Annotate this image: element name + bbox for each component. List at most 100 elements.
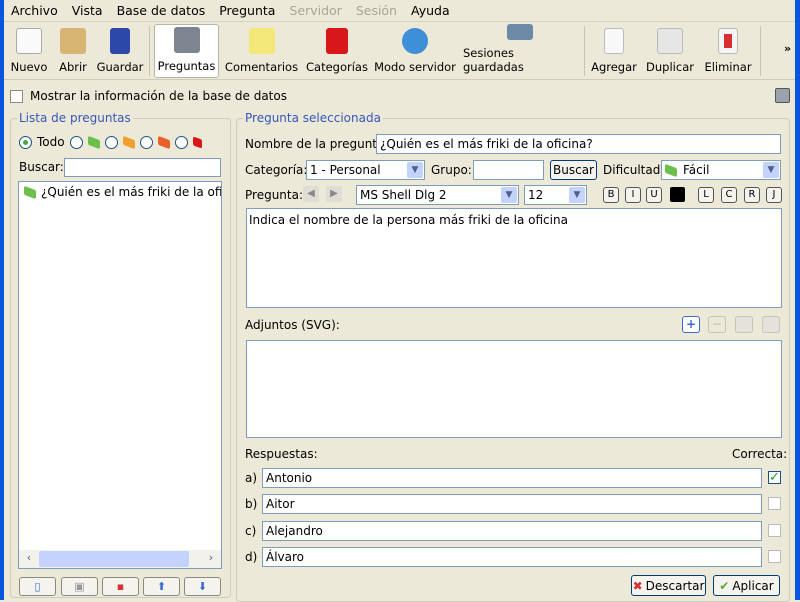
question-name-input[interactable]: ¿Quién es el más friki de la oficina? (376, 134, 781, 154)
menu-base-de-datos[interactable]: Base de datos (110, 3, 213, 18)
answer-input-b[interactable]: Aitor (262, 494, 762, 514)
label: Aplicar (732, 578, 774, 593)
group-input[interactable] (473, 160, 544, 180)
move-up-button[interactable]: ⬆ (143, 577, 180, 596)
new-document-icon (16, 28, 42, 54)
sticky-notes-icon (248, 28, 275, 54)
menu-archivo[interactable]: Archivo (4, 3, 65, 18)
label: Sesiones guardadas (463, 46, 524, 74)
correct-label: Correcta: (732, 447, 788, 461)
previous-question-button[interactable]: ◀ (303, 186, 319, 202)
remove-attachment-button: − (708, 316, 726, 333)
menu-ayuda[interactable]: Ayuda (404, 3, 457, 18)
align-left-button[interactable]: L (698, 187, 714, 203)
align-right-button[interactable]: R (744, 187, 760, 203)
filter-medium-radio[interactable] (104, 135, 118, 149)
scrollbar-thumb[interactable] (39, 551, 189, 567)
toolbar: Nuevo Abrir Guardar Preguntas Comentario… (4, 22, 795, 80)
checkbox[interactable] (10, 89, 23, 103)
correct-checkbox-a[interactable]: ✓ (768, 471, 781, 484)
scroll-left-button[interactable]: ‹ (21, 551, 37, 567)
justify-button[interactable]: J (766, 187, 782, 203)
globe-server-icon (402, 28, 428, 54)
menu-pregunta[interactable]: Pregunta (212, 3, 282, 18)
bold-button[interactable]: B (603, 187, 619, 203)
answer-input-d[interactable]: Álvaro (262, 547, 762, 567)
filter-extreme-radio[interactable] (174, 135, 188, 149)
item-label: ¿Quién es el más friki de la oficina (41, 185, 221, 199)
correct-checkbox-d[interactable] (768, 550, 781, 563)
divider (760, 26, 761, 76)
list-duplicate-button[interactable]: ▣ (61, 577, 98, 596)
category-label: Categoría: (245, 163, 308, 177)
tab-preguntas[interactable]: Preguntas (154, 24, 219, 78)
save-button[interactable]: Guardar (96, 24, 144, 78)
next-question-button[interactable]: ▶ (326, 186, 342, 202)
duplicate-button[interactable]: Duplicar (645, 24, 695, 78)
underline-button[interactable]: U (646, 187, 662, 203)
check-icon: ✔ (719, 578, 730, 593)
window-frame-left (0, 0, 4, 600)
italic-button[interactable]: I (625, 187, 641, 203)
tab-categorias[interactable]: Categorías (306, 24, 368, 78)
blank-page-icon (604, 28, 624, 54)
text-color-button[interactable] (670, 187, 685, 202)
scroll-right-button[interactable]: › (203, 551, 219, 567)
list-item[interactable]: ¿Quién es el más friki de la oficina (19, 182, 221, 202)
horizontal-scrollbar[interactable]: ‹ › (19, 550, 221, 568)
delete-button[interactable]: Eliminar (701, 24, 755, 78)
menu-vista[interactable]: Vista (65, 3, 110, 18)
show-db-info-checkbox[interactable]: Mostrar la información de la base de dat… (10, 89, 287, 103)
checkmark-icon: ✓ (769, 470, 780, 485)
attachments-list[interactable] (246, 340, 782, 438)
undock-icon[interactable] (775, 88, 790, 103)
add-attachment-button[interactable]: + (682, 316, 700, 333)
filter-all-radio[interactable] (19, 135, 32, 149)
move-down-button[interactable]: ⬇ (184, 577, 221, 596)
correct-checkbox-b[interactable] (768, 497, 781, 510)
list-new-button[interactable]: ▯ (19, 577, 56, 596)
font-select[interactable]: MS Shell Dlg 2 ▼ (356, 185, 519, 205)
toolbar-overflow-button[interactable]: » (784, 42, 791, 55)
label: Preguntas (157, 59, 216, 73)
open-button[interactable]: Abrir (54, 24, 92, 78)
group-label: Grupo: (431, 163, 472, 177)
new-button[interactable]: Nuevo (9, 24, 49, 78)
font-size-select[interactable]: 12 ▼ (524, 185, 587, 205)
answer-input-a[interactable]: Antonio (262, 468, 762, 488)
tab-sesiones-guardadas[interactable]: Sesiones guardadas (463, 24, 577, 78)
chevron-down-icon: ▼ (407, 162, 423, 178)
menu-servidor: Servidor (289, 3, 342, 18)
delete-icon: ▪ (116, 580, 125, 593)
divider (584, 26, 585, 76)
value: 1 - Personal (310, 163, 381, 177)
category-select[interactable]: 1 - Personal ▼ (306, 160, 425, 180)
discard-button[interactable]: ✖ Descartar (631, 575, 706, 596)
duplicate-pages-icon (657, 28, 683, 54)
tab-comentarios[interactable]: Comentarios (224, 24, 299, 78)
value: MS Shell Dlg 2 (360, 188, 447, 202)
label: Eliminar (704, 60, 752, 74)
correct-checkbox-c[interactable] (768, 524, 781, 537)
floppy-icon (110, 28, 130, 54)
search-input[interactable] (64, 158, 221, 177)
group-title: Lista de preguntas (17, 111, 133, 125)
answer-key: d) (245, 550, 258, 564)
label: Modo servidor (374, 60, 456, 74)
list-delete-button[interactable]: ▪ (102, 577, 139, 596)
search-group-button[interactable]: Buscar (550, 160, 597, 180)
tab-modo-servidor[interactable]: Modo servidor (374, 24, 456, 78)
filter-easy-radio[interactable] (69, 135, 83, 149)
name-label: Nombre de la pregunta: (245, 137, 389, 151)
difficulty-select[interactable]: Fácil ▼ (661, 160, 781, 180)
answer-input-c[interactable]: Alejandro (262, 521, 762, 541)
add-button[interactable]: Agregar (589, 24, 639, 78)
search-label: Buscar: (19, 160, 64, 174)
question-text-editor[interactable]: Indica el nombre de la persona más friki… (246, 208, 782, 308)
menu-bar: Archivo Vista Base de datos Pregunta Ser… (4, 0, 795, 22)
value: 12 (528, 188, 544, 202)
filter-hard-radio[interactable] (139, 135, 153, 149)
easy-tag-icon (24, 185, 36, 199)
apply-button[interactable]: ✔ Aplicar (713, 575, 780, 596)
align-center-button[interactable]: C (721, 187, 737, 203)
